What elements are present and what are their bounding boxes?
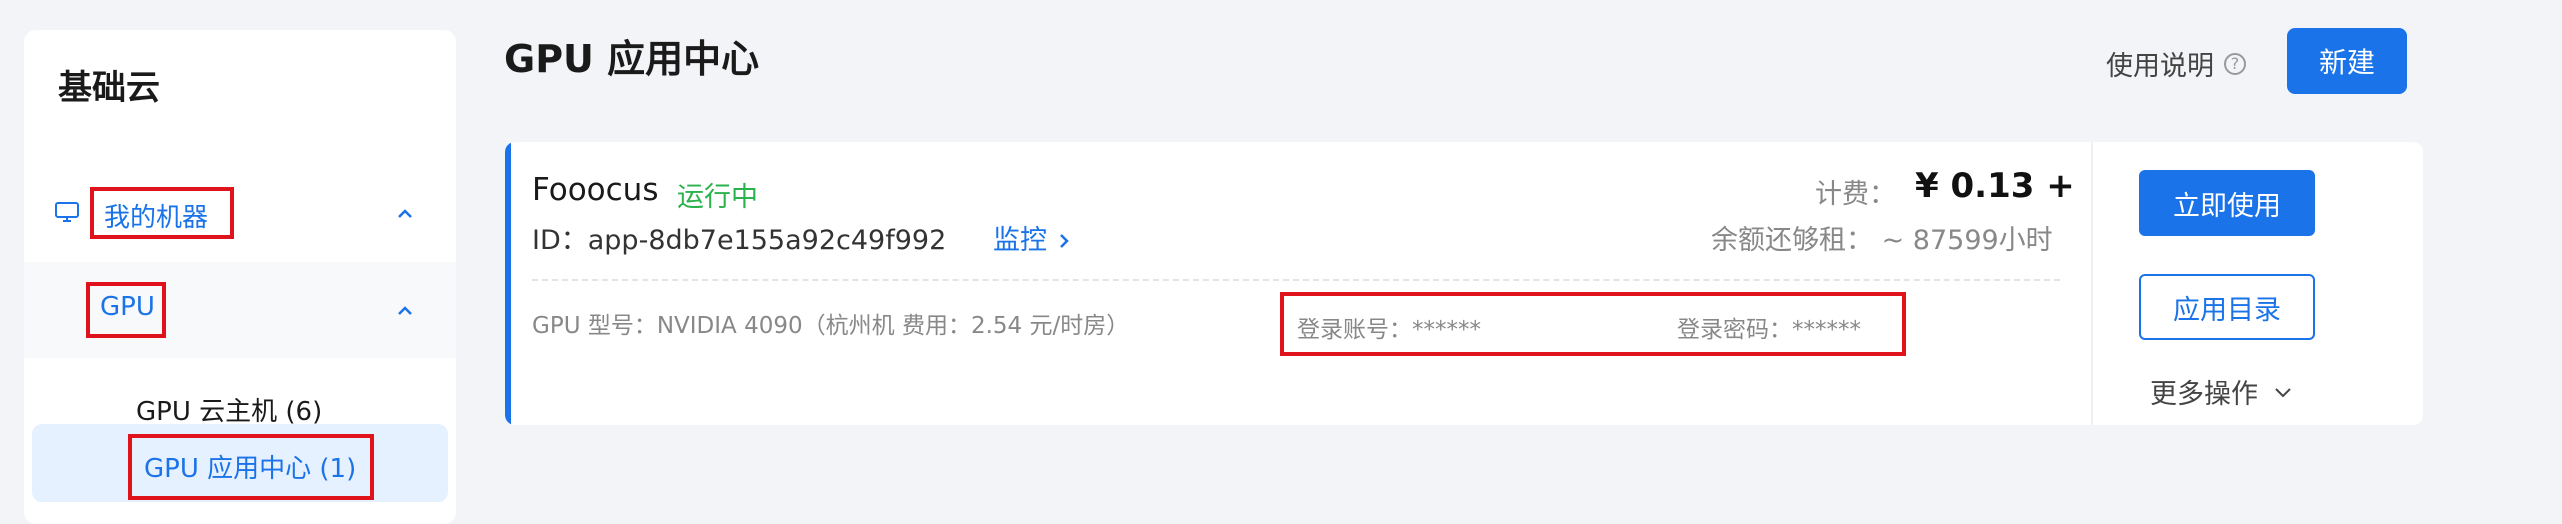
question-icon: ? [2224, 52, 2246, 75]
chevron-right-icon [1059, 234, 1069, 248]
help-label: 使用说明 [2106, 51, 2214, 82]
login-account: 登录账号：****** [1297, 317, 1481, 343]
app-card: Fooocus 运行中 ID：app-8db7e155a92c49f992 监控… [505, 142, 2423, 425]
sidebar-item-label: 我的机器 [104, 203, 209, 233]
sidebar-item-label: GPU 应用中心 (1) [144, 454, 357, 484]
sidebar-title: 基础云 [58, 68, 160, 108]
sidebar-item-gpu[interactable]: GPU [24, 262, 456, 358]
app-id: ID：app-8db7e155a92c49f992 [532, 225, 947, 256]
balance-text: 余额还够租： ~ 87599小时 [1711, 225, 2053, 256]
login-password: 登录密码：****** [1677, 317, 1861, 343]
status-badge: 运行中 [677, 182, 758, 213]
help-link[interactable]: 使用说明 ? [2106, 44, 2246, 83]
monitor-icon [55, 202, 79, 222]
chevron-up-icon [398, 209, 412, 218]
sidebar-item-label: GPU 云主机 (6) [136, 397, 323, 427]
app-directory-button[interactable]: 应用目录 [2139, 274, 2315, 340]
more-actions-dropdown[interactable]: 更多操作 [2150, 372, 2294, 411]
app-name: Fooocus [532, 172, 659, 208]
more-actions-label: 更多操作 [2150, 379, 2258, 410]
card-accent-bar [505, 142, 511, 425]
divider [2091, 142, 2093, 425]
chevron-up-icon [398, 306, 412, 315]
sidebar: 基础云 我的机器 GPU GPU 云主机 (6) GPU 应用中心 (1) [24, 30, 456, 524]
monitor-link[interactable]: 监控 [993, 218, 1072, 257]
new-button[interactable]: 新建 [2287, 28, 2407, 94]
fee-label: 计费： [1815, 179, 1896, 210]
page-title: GPU 应用中心 [504, 37, 760, 81]
sidebar-item-label: GPU [100, 292, 155, 322]
monitor-label: 监控 [993, 225, 1047, 256]
sidebar-item-my-machines[interactable]: 我的机器 [24, 165, 456, 261]
sidebar-item-gpu-app-center[interactable]: GPU 应用中心 (1) [32, 424, 448, 502]
gpu-info: GPU 型号：NVIDIA 4090（杭州机 费用：2.54 元/时房） [532, 313, 1130, 339]
divider [532, 279, 2060, 281]
chevron-down-icon [2275, 387, 2291, 397]
use-now-button[interactable]: 立即使用 [2139, 170, 2315, 236]
fee-value: ¥ 0.13 + [1915, 166, 2075, 206]
login-credentials: 登录账号：****** 登录密码：****** [1280, 292, 1906, 356]
